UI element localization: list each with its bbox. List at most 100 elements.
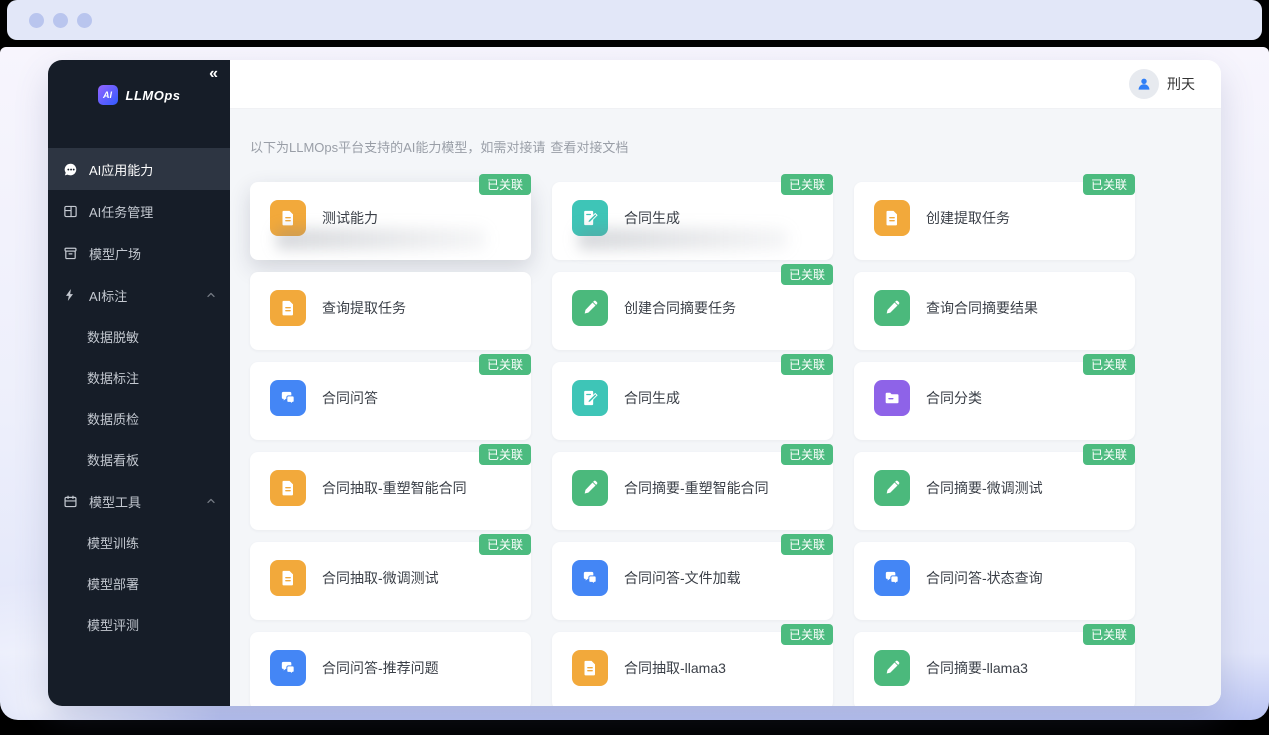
capability-card-query-contract-summary-result[interactable]: 查询合同摘要结果 xyxy=(854,272,1135,350)
capability-card-contract-qa-status-query[interactable]: 合同问答-状态查询 xyxy=(854,542,1135,620)
sidebar-item-label: AI应用能力 xyxy=(89,160,153,179)
sidebar-subitem-model-training[interactable]: 模型训练 xyxy=(48,522,230,563)
capability-card-contract-extract-finetune[interactable]: 已关联合同抽取-微调测试 xyxy=(250,542,531,620)
linked-status-badge: 已关联 xyxy=(781,624,833,645)
capability-card-contract-summary-reshape[interactable]: 已关联合同摘要-重塑智能合同 xyxy=(552,452,833,530)
capability-card-contract-summary-finetune[interactable]: 已关联合同摘要-微调测试 xyxy=(854,452,1135,530)
app-window: AI LLMOps « AI应用能力 AI任务管理模型广场 AI标注数据脱敏数据标注… xyxy=(48,60,1221,706)
docs-link[interactable]: 查看对接文档 xyxy=(550,140,628,155)
sidebar-item-label: AI任务管理 xyxy=(89,202,153,221)
linked-status-badge: 已关联 xyxy=(1083,174,1135,195)
linked-status-badge: 已关联 xyxy=(781,264,833,285)
card-title: 合同摘要-微调测试 xyxy=(926,478,1043,498)
capability-card-create-extraction-task[interactable]: 已关联创建提取任务 xyxy=(854,182,1135,260)
card-title: 合同摘要-重塑智能合同 xyxy=(624,478,769,498)
sidebar-menu: AI应用能力 AI任务管理模型广场 AI标注数据脱敏数据标注数据质检数据看板模型工具… xyxy=(48,148,230,645)
chat-circle-icon xyxy=(62,161,78,177)
card-title: 合同生成 xyxy=(624,388,680,408)
content-area: 以下为LLMOps平台支持的AI能力模型，如需对接请查看对接文档 已关联测试能力… xyxy=(230,109,1221,706)
capability-card-query-extraction-task[interactable]: 查询提取任务 xyxy=(250,272,531,350)
capability-card-contract-generation[interactable]: 已关联合同生成 xyxy=(552,182,833,260)
user-avatar[interactable] xyxy=(1129,69,1159,99)
sidebar-item-label: AI标注 xyxy=(89,286,127,305)
brand-logo-icon: AI xyxy=(98,85,118,105)
capability-card-contract-extract-reshape[interactable]: 已关联合同抽取-重塑智能合同 xyxy=(250,452,531,530)
linked-status-badge: 已关联 xyxy=(479,534,531,555)
brand-name: LLMOps xyxy=(126,88,181,103)
sidebar-subitem-model-deploy[interactable]: 模型部署 xyxy=(48,563,230,604)
sidebar-subitem-data-qc[interactable]: 数据质检 xyxy=(48,398,230,439)
capability-card-contract-extract-llama3[interactable]: 已关联合同抽取-llama3 xyxy=(552,632,833,706)
capability-card-create-contract-summary-task[interactable]: 已关联创建合同摘要任务 xyxy=(552,272,833,350)
sidebar-subitem-label: 数据脱敏 xyxy=(87,327,139,346)
pencil-icon xyxy=(874,650,910,686)
sidebar-item-ai-labeling[interactable]: AI标注 xyxy=(48,274,230,316)
card-title: 合同抽取-重塑智能合同 xyxy=(322,478,467,498)
pencil-icon xyxy=(874,290,910,326)
card-header: 查询合同摘要结果 xyxy=(854,272,1135,326)
linked-status-badge: 已关联 xyxy=(781,174,833,195)
linked-status-badge: 已关联 xyxy=(479,174,531,195)
card-title: 合同分类 xyxy=(926,388,982,408)
sidebar-item-ai-apps[interactable]: AI应用能力 xyxy=(48,148,230,190)
capability-card-contract-qa-recommend[interactable]: 合同问答-推荐问题 xyxy=(250,632,531,706)
toolbox-icon xyxy=(62,493,78,509)
capability-card-contract-summary-llama3[interactable]: 已关联合同摘要-llama3 xyxy=(854,632,1135,706)
card-title: 查询提取任务 xyxy=(322,298,406,318)
pencil-icon xyxy=(572,290,608,326)
sidebar-subitem-data-dashboard[interactable]: 数据看板 xyxy=(48,439,230,480)
card-title: 创建提取任务 xyxy=(926,208,1010,228)
sidebar-subitem-label: 数据看板 xyxy=(87,450,139,469)
capability-card-test-capability[interactable]: 已关联测试能力 xyxy=(250,182,531,260)
person-icon xyxy=(1136,76,1152,92)
sidebar-item-model-tools[interactable]: 模型工具 xyxy=(48,480,230,522)
top-bar: 刑天 xyxy=(230,60,1221,109)
intro-text: 以下为LLMOps平台支持的AI能力模型，如需对接请查看对接文档 xyxy=(250,137,1201,156)
task-board-icon xyxy=(62,203,78,219)
linked-status-badge: 已关联 xyxy=(781,444,833,465)
sidebar-collapse-icon[interactable]: « xyxy=(209,66,218,82)
sidebar-item-label: 模型工具 xyxy=(89,492,141,511)
pencil-icon xyxy=(572,470,608,506)
card-title: 合同抽取-llama3 xyxy=(624,658,726,678)
linked-status-badge: 已关联 xyxy=(781,534,833,555)
window-control-dot[interactable] xyxy=(53,13,68,28)
model-box-icon xyxy=(62,245,78,261)
brand-logo: AI LLMOps xyxy=(48,60,230,124)
sidebar-item-ai-tasks[interactable]: AI任务管理 xyxy=(48,190,230,232)
sidebar-subitem-model-eval[interactable]: 模型评测 xyxy=(48,604,230,645)
card-header: 查询提取任务 xyxy=(250,272,531,326)
linked-status-badge: 已关联 xyxy=(1083,354,1135,375)
window-title-bar xyxy=(7,0,1262,40)
doc-icon xyxy=(270,290,306,326)
window-control-dot[interactable] xyxy=(29,13,44,28)
linked-status-badge: 已关联 xyxy=(1083,624,1135,645)
capability-card-contract-classification[interactable]: 已关联合同分类 xyxy=(854,362,1135,440)
chevron-up-icon[interactable] xyxy=(206,496,216,506)
sidebar-item-model-plaza[interactable]: 模型广场 xyxy=(48,232,230,274)
linked-status-badge: 已关联 xyxy=(781,354,833,375)
capability-card-contract-qa[interactable]: 已关联合同问答 xyxy=(250,362,531,440)
chevron-up-icon[interactable] xyxy=(206,290,216,300)
pencil-icon xyxy=(874,470,910,506)
intro-description: 以下为LLMOps平台支持的AI能力模型，如需对接请 xyxy=(250,140,545,155)
card-title: 查询合同摘要结果 xyxy=(926,298,1038,318)
sidebar-subitem-data-masking[interactable]: 数据脱敏 xyxy=(48,316,230,357)
window-control-dot[interactable] xyxy=(77,13,92,28)
sidebar-subitem-label: 模型部署 xyxy=(87,574,139,593)
doc-icon xyxy=(270,200,306,236)
doc-icon xyxy=(572,650,608,686)
chat-icon xyxy=(270,650,306,686)
capability-card-contract-qa-file-load[interactable]: 已关联合同问答-文件加载 xyxy=(552,542,833,620)
card-header: 合同问答-状态查询 xyxy=(854,542,1135,596)
capability-card-grid: 已关联测试能力已关联合同生成已关联创建提取任务查询提取任务已关联创建合同摘要任务… xyxy=(250,182,1201,706)
sidebar-subitem-data-labeling[interactable]: 数据标注 xyxy=(48,357,230,398)
card-header: 合同问答-推荐问题 xyxy=(250,632,531,686)
chat-icon xyxy=(572,560,608,596)
sidebar-subitem-label: 模型训练 xyxy=(87,533,139,552)
main-area: 刑天 以下为LLMOps平台支持的AI能力模型，如需对接请查看对接文档 已关联测… xyxy=(230,60,1221,706)
sidebar-subitem-label: 数据标注 xyxy=(87,368,139,387)
capability-card-contract-generation-2[interactable]: 已关联合同生成 xyxy=(552,362,833,440)
doc-icon xyxy=(270,560,306,596)
sidebar-item-label: 模型广场 xyxy=(89,244,141,263)
